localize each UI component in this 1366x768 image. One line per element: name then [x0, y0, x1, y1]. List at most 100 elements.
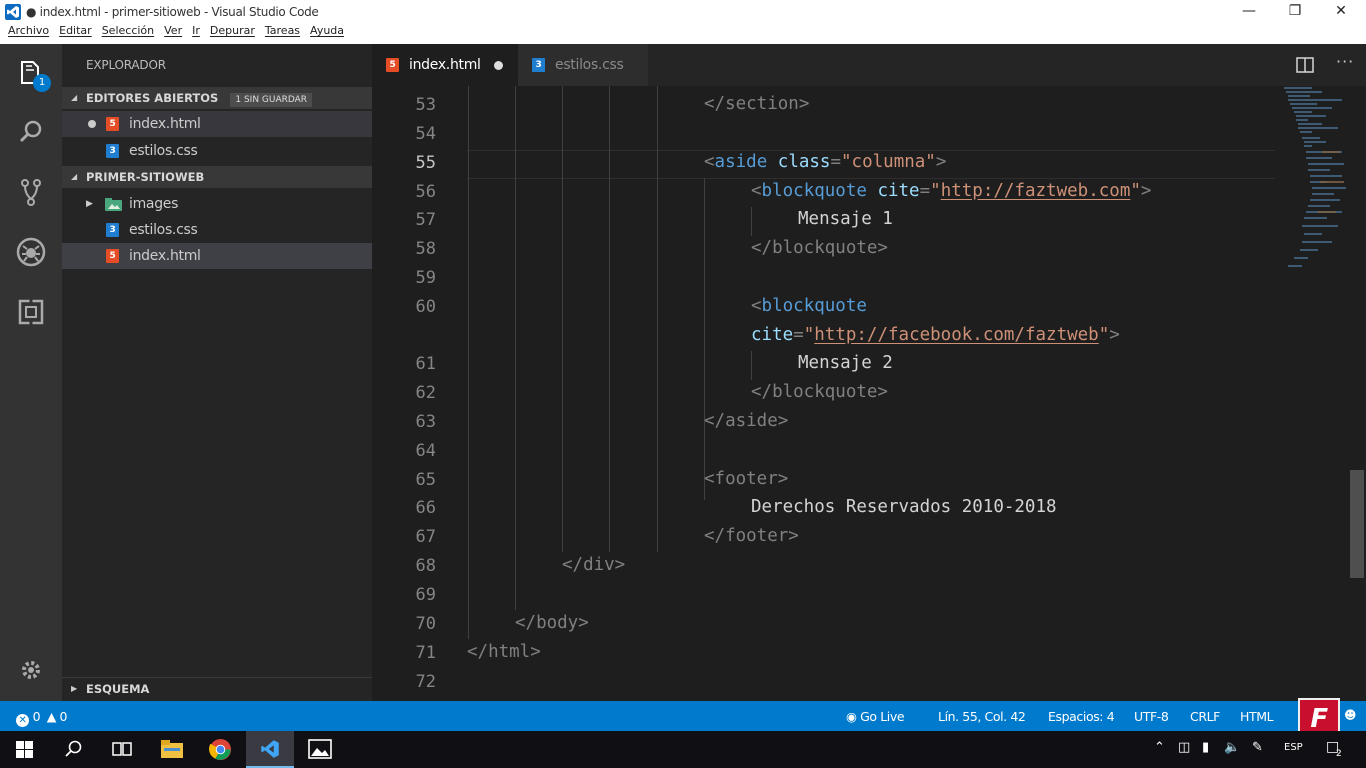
html5-icon: 5 — [106, 117, 119, 131]
menu-editar[interactable]: Editar — [59, 24, 92, 37]
indentation-setting[interactable]: Espacios: 4 — [1048, 709, 1115, 724]
code-line-60: <blockquote — [751, 296, 867, 316]
taskbar-search-icon[interactable] — [50, 731, 98, 768]
menu-ayuda[interactable]: Ayuda — [310, 24, 344, 37]
chrome-icon[interactable] — [196, 731, 244, 768]
indent-guide — [609, 86, 610, 552]
menu-tareas[interactable]: Tareas — [265, 24, 300, 37]
settings-gear-icon[interactable] — [13, 652, 49, 688]
code-line-58: </blockquote> — [751, 238, 888, 258]
line-number: 72 — [415, 672, 436, 692]
code-token: </aside> — [704, 411, 789, 431]
code-token: </blockquote> — [751, 382, 888, 402]
outline-label: ESQUEMA — [86, 682, 150, 696]
code-token: cite — [877, 181, 920, 201]
tab-estilos-css[interactable]: 3 estilos.css — [518, 44, 648, 86]
chevron-right-icon: ▶ — [86, 199, 93, 209]
dirty-dot-icon[interactable] — [494, 61, 503, 70]
encoding-setting[interactable]: UTF-8 — [1134, 709, 1169, 724]
tree-item-label: images — [129, 196, 179, 212]
start-button[interactable] — [0, 731, 48, 768]
chevron-down-icon: ◢ — [71, 93, 78, 102]
code-line-65: <footer> — [704, 469, 788, 489]
tree-item-index-html[interactable]: 5 index.html — [62, 243, 372, 269]
open-editor-estilos-css[interactable]: 3 estilos.css — [62, 138, 372, 164]
code-token: Mensaje 1 — [798, 209, 893, 229]
vscode-taskbar-icon[interactable] — [246, 731, 294, 768]
network-icon[interactable]: ◫ — [1178, 740, 1190, 755]
go-live-button[interactable]: ◉ Go Live — [846, 709, 905, 724]
line-number: 60 — [415, 297, 436, 317]
task-view-icon[interactable] — [98, 731, 146, 768]
indent-guide — [751, 207, 752, 236]
indent-guide — [515, 86, 516, 610]
indent-guide — [657, 86, 658, 552]
project-header[interactable]: ◢ PRIMER-SITIOWEB — [62, 166, 372, 188]
problems-indicator[interactable]: ✕ 0 ▲ 0 — [16, 709, 67, 727]
tab-index-html[interactable]: 5 index.html — [372, 44, 518, 86]
extensions-icon[interactable] — [13, 294, 49, 330]
menu-seleccion[interactable]: Selección — [102, 24, 154, 37]
feedback-icon[interactable]: ☻ — [1344, 708, 1357, 722]
sidebar-title: EXPLORADOR — [86, 58, 166, 72]
more-actions-icon[interactable]: ··· — [1336, 52, 1354, 71]
line-number: 70 — [415, 614, 436, 634]
pen-icon[interactable]: ✎ — [1252, 740, 1263, 755]
code-line-67: </footer> — [704, 526, 799, 546]
line-number-current: 55 — [415, 153, 436, 173]
code-token: blockquote — [761, 296, 867, 316]
photos-icon[interactable] — [296, 731, 344, 768]
search-icon[interactable] — [13, 114, 49, 150]
code-line-56: <blockquote cite="http://faztweb.com"> — [751, 181, 1152, 201]
minimize-button[interactable]: — — [1226, 0, 1272, 24]
indent-guide — [562, 86, 563, 552]
menu-bar: Archivo Editar Selección Ver Ir Depurar Tareas… — [0, 24, 1366, 44]
split-editor-icon[interactable] — [1296, 57, 1314, 73]
code-token: </blockquote> — [751, 238, 888, 258]
show-hidden-icons-icon[interactable]: ⌃ — [1154, 740, 1165, 755]
close-button[interactable]: ✕ — [1318, 0, 1364, 24]
cursor-position[interactable]: Lín. 55, Col. 42 — [938, 709, 1026, 724]
code-link[interactable]: http://facebook.com/faztweb — [814, 325, 1098, 345]
file-explorer-icon[interactable] — [148, 731, 196, 768]
language-mode[interactable]: HTML — [1240, 709, 1274, 724]
window-title: ● index.html - primer-sitioweb - Visual … — [26, 5, 319, 19]
code-token: </div> — [562, 555, 626, 575]
line-number: 61 — [415, 354, 436, 374]
input-language[interactable]: ESP — [1284, 742, 1303, 753]
code-line-68: </div> — [562, 555, 625, 575]
open-editor-index-html[interactable]: 5 index.html — [62, 111, 372, 137]
explorer-icon[interactable]: 1 — [13, 56, 51, 92]
battery-icon[interactable]: ▮ — [1202, 740, 1209, 755]
line-number: 67 — [415, 527, 436, 547]
minimap[interactable] — [1282, 86, 1352, 276]
tree-item-images[interactable]: ▶ images — [62, 191, 372, 217]
tree-item-estilos-css[interactable]: 3 estilos.css — [62, 217, 372, 243]
source-control-icon[interactable] — [13, 174, 49, 210]
menu-archivo[interactable]: Archivo — [8, 24, 49, 37]
code-line-61: Mensaje 2 — [798, 353, 893, 373]
tab-label: index.html — [409, 57, 481, 73]
eol-setting[interactable]: CRLF — [1190, 709, 1220, 724]
code-link[interactable]: http://faztweb.com — [941, 181, 1131, 201]
warning-icon: ▲ — [46, 709, 57, 724]
code-line-57: Mensaje 1 — [798, 209, 893, 229]
css3-icon: 3 — [106, 144, 119, 158]
volume-icon[interactable]: 🔈 — [1224, 740, 1240, 755]
code-token: Derechos Reservados 2010-2018 — [751, 497, 1057, 517]
css3-icon: 3 — [106, 223, 119, 237]
code-editor[interactable]: 53 54 55 56 57 58 59 60 61 62 63 64 65 6… — [372, 86, 1366, 701]
broadcast-icon: ◉ — [846, 709, 857, 724]
vertical-scrollbar-thumb[interactable] — [1350, 470, 1364, 578]
debug-icon[interactable] — [13, 234, 49, 270]
menu-ir[interactable]: Ir — [192, 24, 200, 37]
warning-count: 0 — [59, 709, 68, 724]
restore-button[interactable]: ❐ — [1272, 0, 1318, 24]
images-folder-icon — [105, 198, 122, 211]
code-token: class — [777, 152, 831, 172]
error-count: 0 — [32, 709, 41, 724]
open-editors-header[interactable]: ◢ EDITORES ABIERTOS 1 SIN GUARDAR — [62, 87, 372, 109]
menu-ver[interactable]: Ver — [164, 24, 182, 37]
menu-depurar[interactable]: Depurar — [210, 24, 255, 37]
outline-header[interactable]: ▶ ESQUEMA — [62, 677, 372, 699]
